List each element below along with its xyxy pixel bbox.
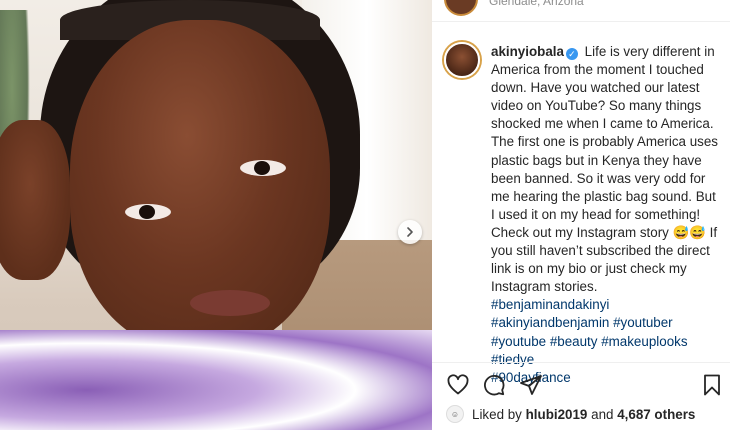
verified-badge-icon: ✓ — [565, 48, 578, 60]
save-button[interactable] — [700, 373, 724, 397]
caption-line: been banned. So it was very odd for — [491, 170, 706, 186]
share-button[interactable] — [519, 373, 543, 397]
caption-line: shocked me when I came to America. — [491, 116, 714, 132]
caption-line: down. Have you watched our latest — [491, 80, 700, 96]
hand — [0, 120, 70, 280]
caption-line: plastic bags but in Kenya they have — [491, 152, 702, 168]
avatar[interactable] — [444, 42, 480, 78]
left-eye — [125, 204, 171, 220]
liker-username[interactable]: hlubi2019 — [526, 407, 588, 422]
post-photo[interactable] — [0, 0, 432, 430]
likes-and: and — [591, 406, 614, 422]
post-header: Glendale, Arizona — [432, 0, 730, 22]
hashtag-link[interactable]: #youtube #beauty #makeuplooks — [491, 333, 723, 351]
carousel-next-button[interactable] — [398, 220, 422, 244]
comment-button[interactable] — [482, 373, 506, 397]
tie-dye-shirt — [0, 330, 432, 430]
likes-summary: ☺ Liked by hlubi2019 and 4,687 others — [446, 402, 695, 426]
header-avatar[interactable] — [444, 0, 478, 16]
caption-line: me hearing the plastic bag sound. But — [491, 188, 716, 204]
hashtag-link[interactable]: #akinyiandbenjamin #youtuber — [491, 314, 723, 332]
liker-avatar[interactable]: ☺ — [446, 405, 464, 423]
like-button[interactable] — [446, 373, 470, 397]
caption-line: Check out my Instagram story 😅😅 — [491, 224, 706, 240]
chevron-right-icon — [407, 227, 413, 237]
likes-prefix: Liked by — [472, 406, 522, 422]
post-side-panel: Glendale, Arizona akinyiobala ✓ Life is v… — [432, 0, 730, 430]
caption-line: The first one is probably America uses — [491, 134, 718, 150]
paper-plane-icon — [520, 375, 542, 395]
caption-text: akinyiobala ✓ Life is very different in A… — [491, 43, 723, 387]
post-location[interactable]: Glendale, Arizona — [489, 0, 584, 8]
caption-line: Life is very different in — [584, 44, 715, 59]
post-actions — [432, 362, 730, 402]
likes-count[interactable]: 4,687 others — [617, 407, 695, 422]
caption-line: America from the moment I touched — [491, 62, 704, 78]
caption-line: I used it on my head for something! — [491, 206, 701, 222]
bookmark-icon — [704, 374, 720, 396]
username-link[interactable]: akinyiobala — [491, 44, 564, 59]
hashtag-link[interactable]: #benjaminandakinyi — [491, 296, 723, 314]
lips — [190, 290, 270, 316]
caption-line: video on YouTube? So many things — [491, 98, 702, 114]
right-eye — [240, 160, 286, 176]
comment-icon — [484, 375, 505, 396]
heart-outline-icon — [447, 374, 469, 395]
